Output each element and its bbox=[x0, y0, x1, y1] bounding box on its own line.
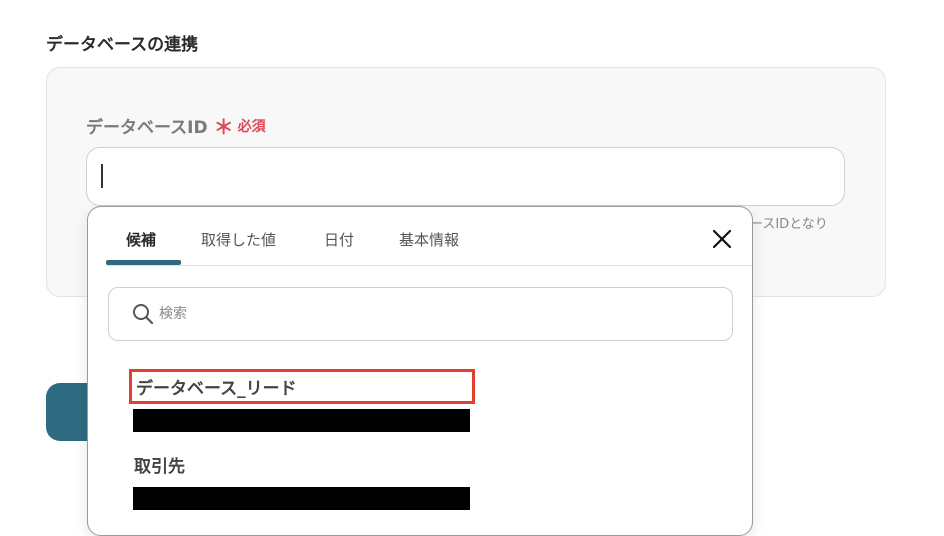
suggestion-dropdown: 候補 取得した値 日付 基本情報 データベース_リード 取引先 bbox=[87, 206, 753, 536]
tab-date[interactable]: 日付 bbox=[324, 229, 354, 250]
field-label-text: データベースID bbox=[86, 118, 208, 138]
tab-retrieved-values[interactable]: 取得した値 bbox=[201, 229, 276, 250]
database-id-input[interactable] bbox=[86, 147, 845, 206]
list-item[interactable]: データベース_リード bbox=[129, 369, 475, 432]
field-hint: ースIDとなり bbox=[750, 217, 828, 232]
active-tab-indicator bbox=[106, 260, 181, 265]
list-item[interactable]: 取引先 bbox=[133, 452, 470, 510]
close-icon[interactable] bbox=[710, 227, 734, 251]
required-badge: 必須 bbox=[237, 118, 266, 135]
text-caret bbox=[101, 164, 103, 188]
option-title: 取引先 bbox=[134, 457, 185, 477]
search-icon bbox=[133, 304, 154, 325]
tab-basic-info[interactable]: 基本情報 bbox=[399, 229, 459, 250]
tab-candidates[interactable]: 候補 bbox=[126, 229, 156, 250]
search-field[interactable] bbox=[108, 287, 733, 341]
dropdown-tabs: 候補 取得した値 日付 基本情報 bbox=[106, 207, 752, 266]
redacted-block bbox=[133, 487, 470, 510]
required-asterisk: ＊ bbox=[213, 115, 234, 139]
search-input[interactable] bbox=[159, 288, 719, 340]
option-title: データベース_リード bbox=[129, 369, 475, 404]
field-label: データベースID ＊ 必須 bbox=[86, 111, 266, 140]
redacted-block bbox=[133, 409, 470, 432]
section-title: データベースの連携 bbox=[46, 35, 199, 55]
